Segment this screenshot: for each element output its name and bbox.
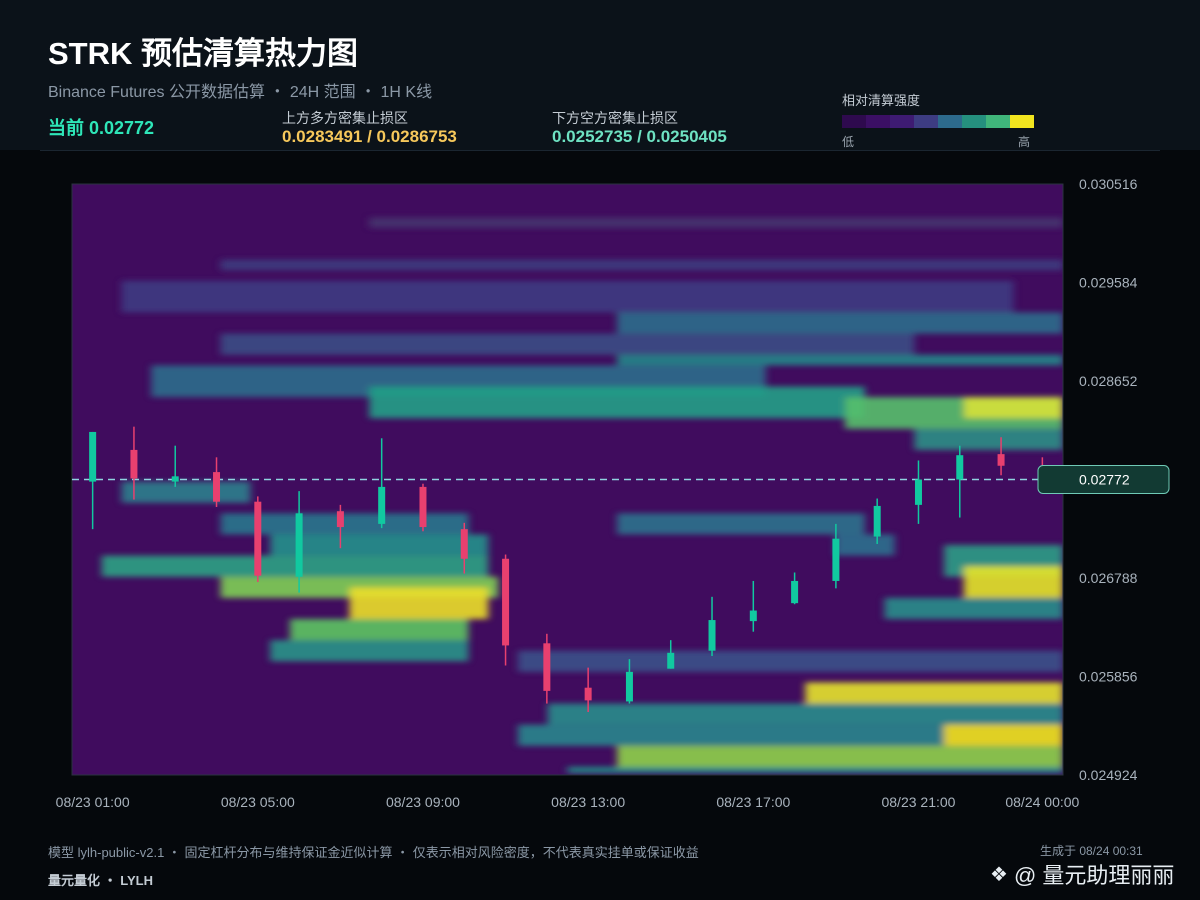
candle-body (295, 513, 303, 577)
candle-body (956, 455, 964, 480)
heatmap-band (617, 354, 1063, 366)
candle-body (254, 501, 262, 576)
candle-body (667, 652, 675, 669)
heatmap-band (349, 587, 489, 620)
heatmap-band (617, 745, 1063, 767)
candle-body (708, 620, 716, 651)
watermark-text: @ 量元助理丽丽 (1013, 863, 1175, 888)
x-tick-label: 08/24 00:00 (1005, 794, 1079, 810)
heatmap-band (884, 597, 1063, 620)
binance-diamond-icon: ❖ (990, 863, 1008, 886)
heatmap-band (567, 766, 1063, 773)
x-tick-label: 08/23 21:00 (881, 794, 955, 810)
candle-body (89, 431, 97, 482)
current-price-tag-text: 0.02772 (1079, 472, 1130, 488)
y-tick-label: 0.029584 (1079, 275, 1138, 291)
y-tick-label: 0.025856 (1079, 669, 1138, 685)
x-tick-label: 08/23 13:00 (551, 794, 625, 810)
heatmap-band (835, 534, 895, 556)
generated-timestamp: 生成于 08/24 00:31 (1040, 844, 1143, 858)
heatmap-band (963, 566, 1063, 598)
heatmap-band (270, 534, 489, 556)
heatmap-band (517, 650, 1063, 672)
y-tick-label: 0.028652 (1079, 373, 1138, 389)
candle-body (749, 610, 757, 622)
candle-body (419, 486, 427, 528)
brand-label: 量元量化 ・ LYLH (48, 873, 153, 888)
candle-body (130, 449, 138, 479)
heatmap-band (220, 333, 915, 355)
heatmap-band (270, 640, 469, 662)
x-axis: 08/23 01:00 08/23 05:00 08/23 09:00 08/23 1… (56, 794, 1080, 810)
heatmap-band (944, 724, 1063, 746)
candle-body (832, 538, 840, 581)
y-tick-label: 0.024924 (1079, 767, 1138, 783)
heatmap-band (220, 259, 1063, 271)
candle-body (791, 580, 799, 604)
candle-body (997, 454, 1005, 466)
x-tick-label: 08/23 09:00 (386, 794, 460, 810)
heatmap-band (617, 513, 865, 535)
x-tick-label: 08/23 05:00 (221, 794, 295, 810)
candle-body (914, 479, 922, 505)
candle-body (213, 472, 221, 502)
y-tick-label: 0.026788 (1079, 570, 1138, 586)
heatmap-band (101, 555, 489, 577)
candle-body (873, 505, 881, 537)
heatmap-band (290, 619, 469, 641)
heatmap-band (369, 386, 865, 419)
x-tick-label: 08/23 01:00 (56, 794, 130, 810)
heatmap-band (369, 217, 1063, 228)
heatmap-band (517, 724, 945, 746)
heatmap-band (121, 481, 251, 503)
candle-body (336, 511, 344, 528)
watermark: ❖ @ 量元助理丽丽 (990, 858, 1174, 890)
heatmap-band (121, 280, 1014, 313)
candle-body (625, 671, 633, 702)
heatmap-band (914, 428, 1063, 450)
heatmap-band (805, 682, 1063, 704)
candle-body (171, 476, 179, 482)
heatmap-band (617, 312, 1063, 334)
heatmap-band (963, 397, 1063, 419)
candle-body (502, 558, 510, 646)
candle-body (460, 529, 468, 559)
x-tick-label: 08/23 17:00 (716, 794, 790, 810)
footer-note: 模型 lylh-public-v2.1 ・ 固定杠杆分布与维持保证金近似计算 ・… (48, 845, 699, 860)
candle-body (378, 486, 386, 524)
candle-body (543, 643, 551, 691)
y-tick-label: 0.030516 (1079, 176, 1138, 192)
candle-body (584, 687, 592, 701)
heatmap-band (547, 703, 1063, 725)
heatmap-chart: 0.0305160.0295840.0286520.0277200.026788… (56, 176, 1170, 810)
